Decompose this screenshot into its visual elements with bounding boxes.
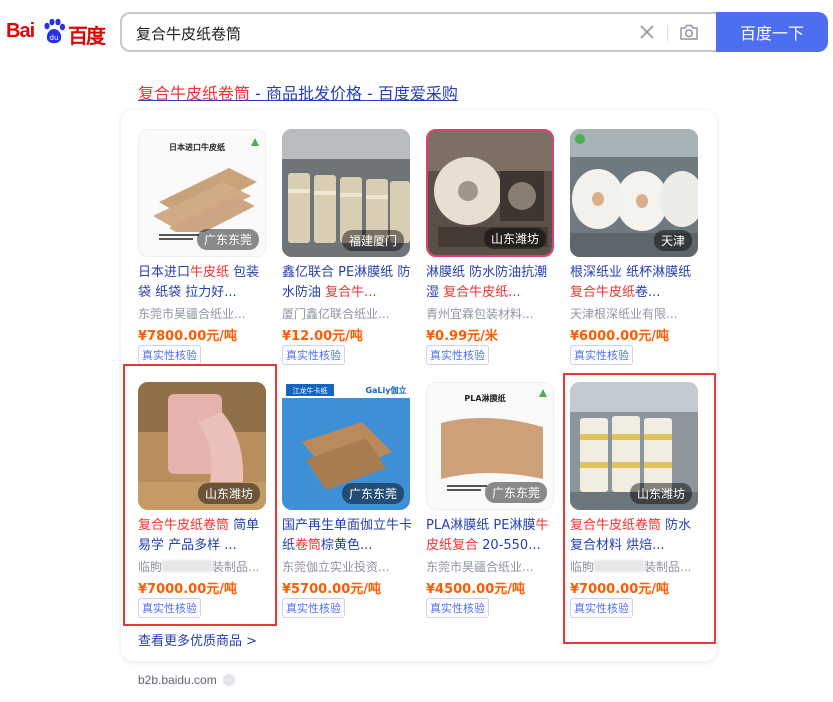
name-part-highlight: 牛皮纸 [190, 265, 230, 280]
price: ¥4500.00元/吨 [426, 582, 526, 597]
name-part: 日本进口 [138, 265, 191, 280]
location-tag: 广东东莞 [341, 483, 404, 504]
close-icon[interactable] [638, 23, 656, 41]
product-name[interactable]: 根深纸业 纸杯淋膜纸 复合牛皮纸卷... [570, 263, 704, 303]
source-text: b2b.baidu.com [138, 673, 217, 687]
result-title-highlight: 复合牛皮纸卷筒 [138, 84, 251, 103]
verify-badge[interactable]: 真实性核验 [282, 598, 345, 618]
company-name: 天津根深纸业有限... [570, 307, 678, 321]
name-part-highlight: 复合牛皮纸... [443, 285, 521, 300]
name-part: 根深纸业 纸杯淋膜纸 [570, 265, 692, 280]
product-name[interactable]: 国产再生单面伽立牛卡纸卷筒棕黄色... [282, 516, 416, 556]
logo-text-baidu: 百度 [68, 24, 106, 48]
location-tag: 天津 [653, 230, 692, 251]
image-caption: 江龙牛卡纸 [293, 386, 328, 395]
image-caption: 日本进口牛皮纸 [169, 142, 225, 152]
more-products-link[interactable]: 查看更多优质商品 > [138, 630, 257, 649]
product-image: 福建厦门 [282, 129, 410, 257]
location-tag: 广东东莞 [484, 482, 547, 503]
product-name[interactable]: 淋膜纸 防水防油抗潮湿 复合牛皮纸... [426, 263, 560, 303]
svg-text:du: du [50, 34, 59, 42]
search-input[interactable] [136, 22, 616, 44]
info-icon[interactable] [222, 674, 235, 686]
result-title-link[interactable]: 复合牛皮纸卷筒 - 商品批发价格 - 百度爱采购 [138, 80, 458, 104]
search-box [120, 12, 717, 52]
price: ¥12.00元/吨 [282, 329, 363, 344]
baidu-logo[interactable]: Bai du 百度 [4, 14, 108, 48]
location-tag: 福建厦门 [341, 230, 404, 251]
logo-text-bai: Bai [6, 20, 35, 42]
company-name: 东莞市昊疆合纸业... [138, 307, 246, 321]
product-image: 江龙牛卡纸 GaLiy伽立 广东东莞 [282, 382, 410, 510]
search-divider [667, 25, 668, 41]
company-name: 厦门鑫亿联合纸业... [282, 307, 390, 321]
verify-badge[interactable]: 真实性核验 [426, 598, 489, 618]
price: ¥7800.00元/吨 [138, 329, 238, 344]
image-caption: PLA淋膜纸 [464, 393, 505, 403]
product-image: PLA淋膜纸 广东东莞 [426, 382, 554, 510]
annotation-box [123, 364, 277, 626]
product-name[interactable]: 日本进口牛皮纸 包装袋 纸袋 拉力好... [138, 263, 272, 303]
result-title-rest: - 商品批发价格 - 百度爱采购 [250, 84, 458, 103]
camera-icon[interactable] [678, 22, 700, 42]
verify-badge[interactable]: 真实性核验 [426, 345, 489, 365]
verify-badge[interactable]: 真实性核验 [282, 345, 345, 365]
name-part-highlight: 复合牛... [325, 285, 377, 300]
product-image: 山东潍坊 [426, 129, 554, 257]
product-name[interactable]: PLA淋膜纸 PE淋膜牛皮纸复合 20-550... [426, 516, 560, 556]
product-image: 天津 [570, 129, 698, 257]
verify-badge[interactable]: 真实性核验 [570, 345, 633, 365]
name-part-highlight: 复合牛皮纸 [570, 285, 636, 300]
name-part-highlight: 卷筒 [295, 538, 322, 553]
verify-badge[interactable]: 真实性核验 [138, 345, 201, 365]
price: ¥6000.00元/吨 [570, 329, 670, 344]
price: ¥5700.00元/吨 [282, 582, 382, 597]
price: ¥0.99元/米 [426, 329, 498, 344]
company-name: 青州宜霖包装材料... [426, 307, 534, 321]
search-button[interactable]: 百度一下 [716, 12, 828, 52]
name-part: PLA淋膜纸 PE淋膜 [426, 518, 536, 533]
source-domain: b2b.baidu.com [138, 673, 235, 687]
location-tag: 山东潍坊 [483, 228, 546, 249]
product-name[interactable]: 鑫亿联合 PE淋膜纸 防水防油 复合牛... [282, 263, 416, 303]
location-tag: 广东东莞 [196, 229, 259, 250]
name-part: 20-550... [478, 538, 541, 553]
image-logo: GaLiy伽立 [365, 385, 406, 395]
company-name: 东莞市昊疆合纸业... [426, 560, 534, 574]
annotation-box [563, 373, 716, 644]
paw-icon: du [44, 18, 66, 44]
name-part: 卷... [635, 285, 661, 300]
product-image: 日本进口牛皮纸 广东东莞 [138, 129, 266, 257]
name-part: 棕黄色... [321, 538, 373, 553]
company-name: 东莞伽立实业投资... [282, 560, 390, 574]
